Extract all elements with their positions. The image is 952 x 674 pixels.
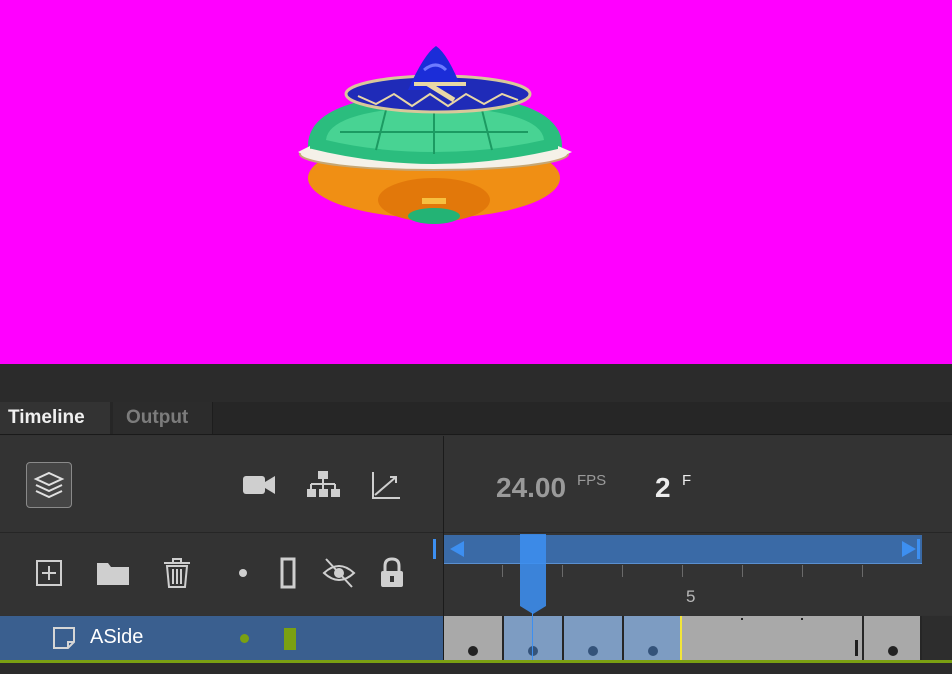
tab-timeline[interactable]: Timeline	[0, 402, 110, 434]
tab-output[interactable]: Output	[113, 402, 213, 434]
range-end-handle-icon[interactable]	[902, 539, 920, 559]
current-frame-value[interactable]: 2	[655, 472, 671, 504]
parenting-button[interactable]	[306, 468, 340, 502]
camera-icon	[243, 476, 275, 494]
new-folder-icon	[97, 563, 129, 585]
graph-button[interactable]	[369, 468, 403, 502]
layer-outline-color[interactable]	[284, 628, 296, 650]
keyframe-cell[interactable]	[444, 616, 504, 660]
ruler-tick	[742, 565, 743, 577]
lock-icon	[381, 557, 403, 587]
keyframe-dot	[888, 646, 898, 656]
hide-eye-icon	[322, 558, 356, 588]
keyframe-cell-selected[interactable]	[564, 616, 624, 660]
playhead-handle[interactable]	[520, 534, 546, 614]
layers-view-icon	[33, 471, 65, 499]
ruler-tick	[502, 565, 503, 577]
keyframe-dot	[528, 646, 538, 656]
keyframe-cell[interactable]	[864, 616, 922, 660]
fps-value[interactable]: 24.00	[496, 472, 566, 504]
playback-range-bar[interactable]	[433, 535, 922, 564]
lock-layers-button[interactable]	[375, 555, 409, 591]
frame-marker	[741, 618, 743, 620]
bottom-strip	[0, 663, 952, 674]
ruler-tick	[562, 565, 563, 577]
ruler-tick	[802, 565, 803, 577]
frame-span[interactable]	[682, 616, 864, 660]
keyframe-cell-selected[interactable]	[624, 616, 682, 660]
new-layer-button[interactable]	[32, 555, 66, 591]
fps-unit: FPS	[577, 472, 607, 489]
layer-highlight-dot[interactable]	[240, 634, 249, 643]
graph-icon	[372, 472, 400, 499]
keyframe-dot	[588, 646, 598, 656]
layer-name[interactable]: ASide	[90, 626, 143, 649]
outline-icon	[280, 557, 296, 589]
ruler-label-frame: 5	[686, 587, 696, 606]
panel-tab-bar: Timeline Output	[0, 402, 952, 435]
keyframe-dot	[648, 646, 658, 656]
range-start-handle-icon[interactable]	[433, 539, 464, 559]
stage-canvas[interactable]	[0, 0, 952, 364]
layer-type-icon	[53, 627, 75, 649]
highlight-layers-button[interactable]	[226, 555, 260, 591]
camera-button[interactable]	[242, 468, 276, 502]
layer-tools	[0, 533, 443, 615]
parenting-icon	[307, 471, 340, 497]
keyframe-dot	[468, 646, 478, 656]
show-outline-button[interactable]	[271, 555, 305, 591]
delete-icon	[164, 558, 190, 588]
playback-info: 24.00 FPS 2 F	[444, 436, 952, 533]
highlight-dot-icon	[239, 569, 247, 577]
frame-boundary-marker	[680, 616, 682, 660]
frame-marker	[801, 618, 803, 620]
delete-layer-button[interactable]	[160, 555, 194, 591]
ruler-tick	[682, 565, 683, 577]
ruler-tick	[862, 565, 863, 577]
hide-layers-button[interactable]	[322, 555, 356, 591]
span-end-marker	[855, 640, 858, 656]
playhead-line	[532, 612, 533, 662]
new-folder-button[interactable]	[96, 555, 130, 591]
timeline-toolbar	[0, 436, 443, 533]
ruler-tick	[622, 565, 623, 577]
keyframe-cell-selected[interactable]	[504, 616, 564, 660]
frame-track[interactable]	[444, 616, 952, 660]
frame-unit: F	[682, 472, 692, 489]
panel-gap	[0, 364, 952, 402]
layer-row-aside[interactable]: ASide	[0, 616, 443, 660]
new-layer-icon	[36, 560, 62, 586]
sombrero-ufo-sprite[interactable]	[296, 40, 580, 235]
layers-view-button[interactable]	[26, 462, 72, 508]
